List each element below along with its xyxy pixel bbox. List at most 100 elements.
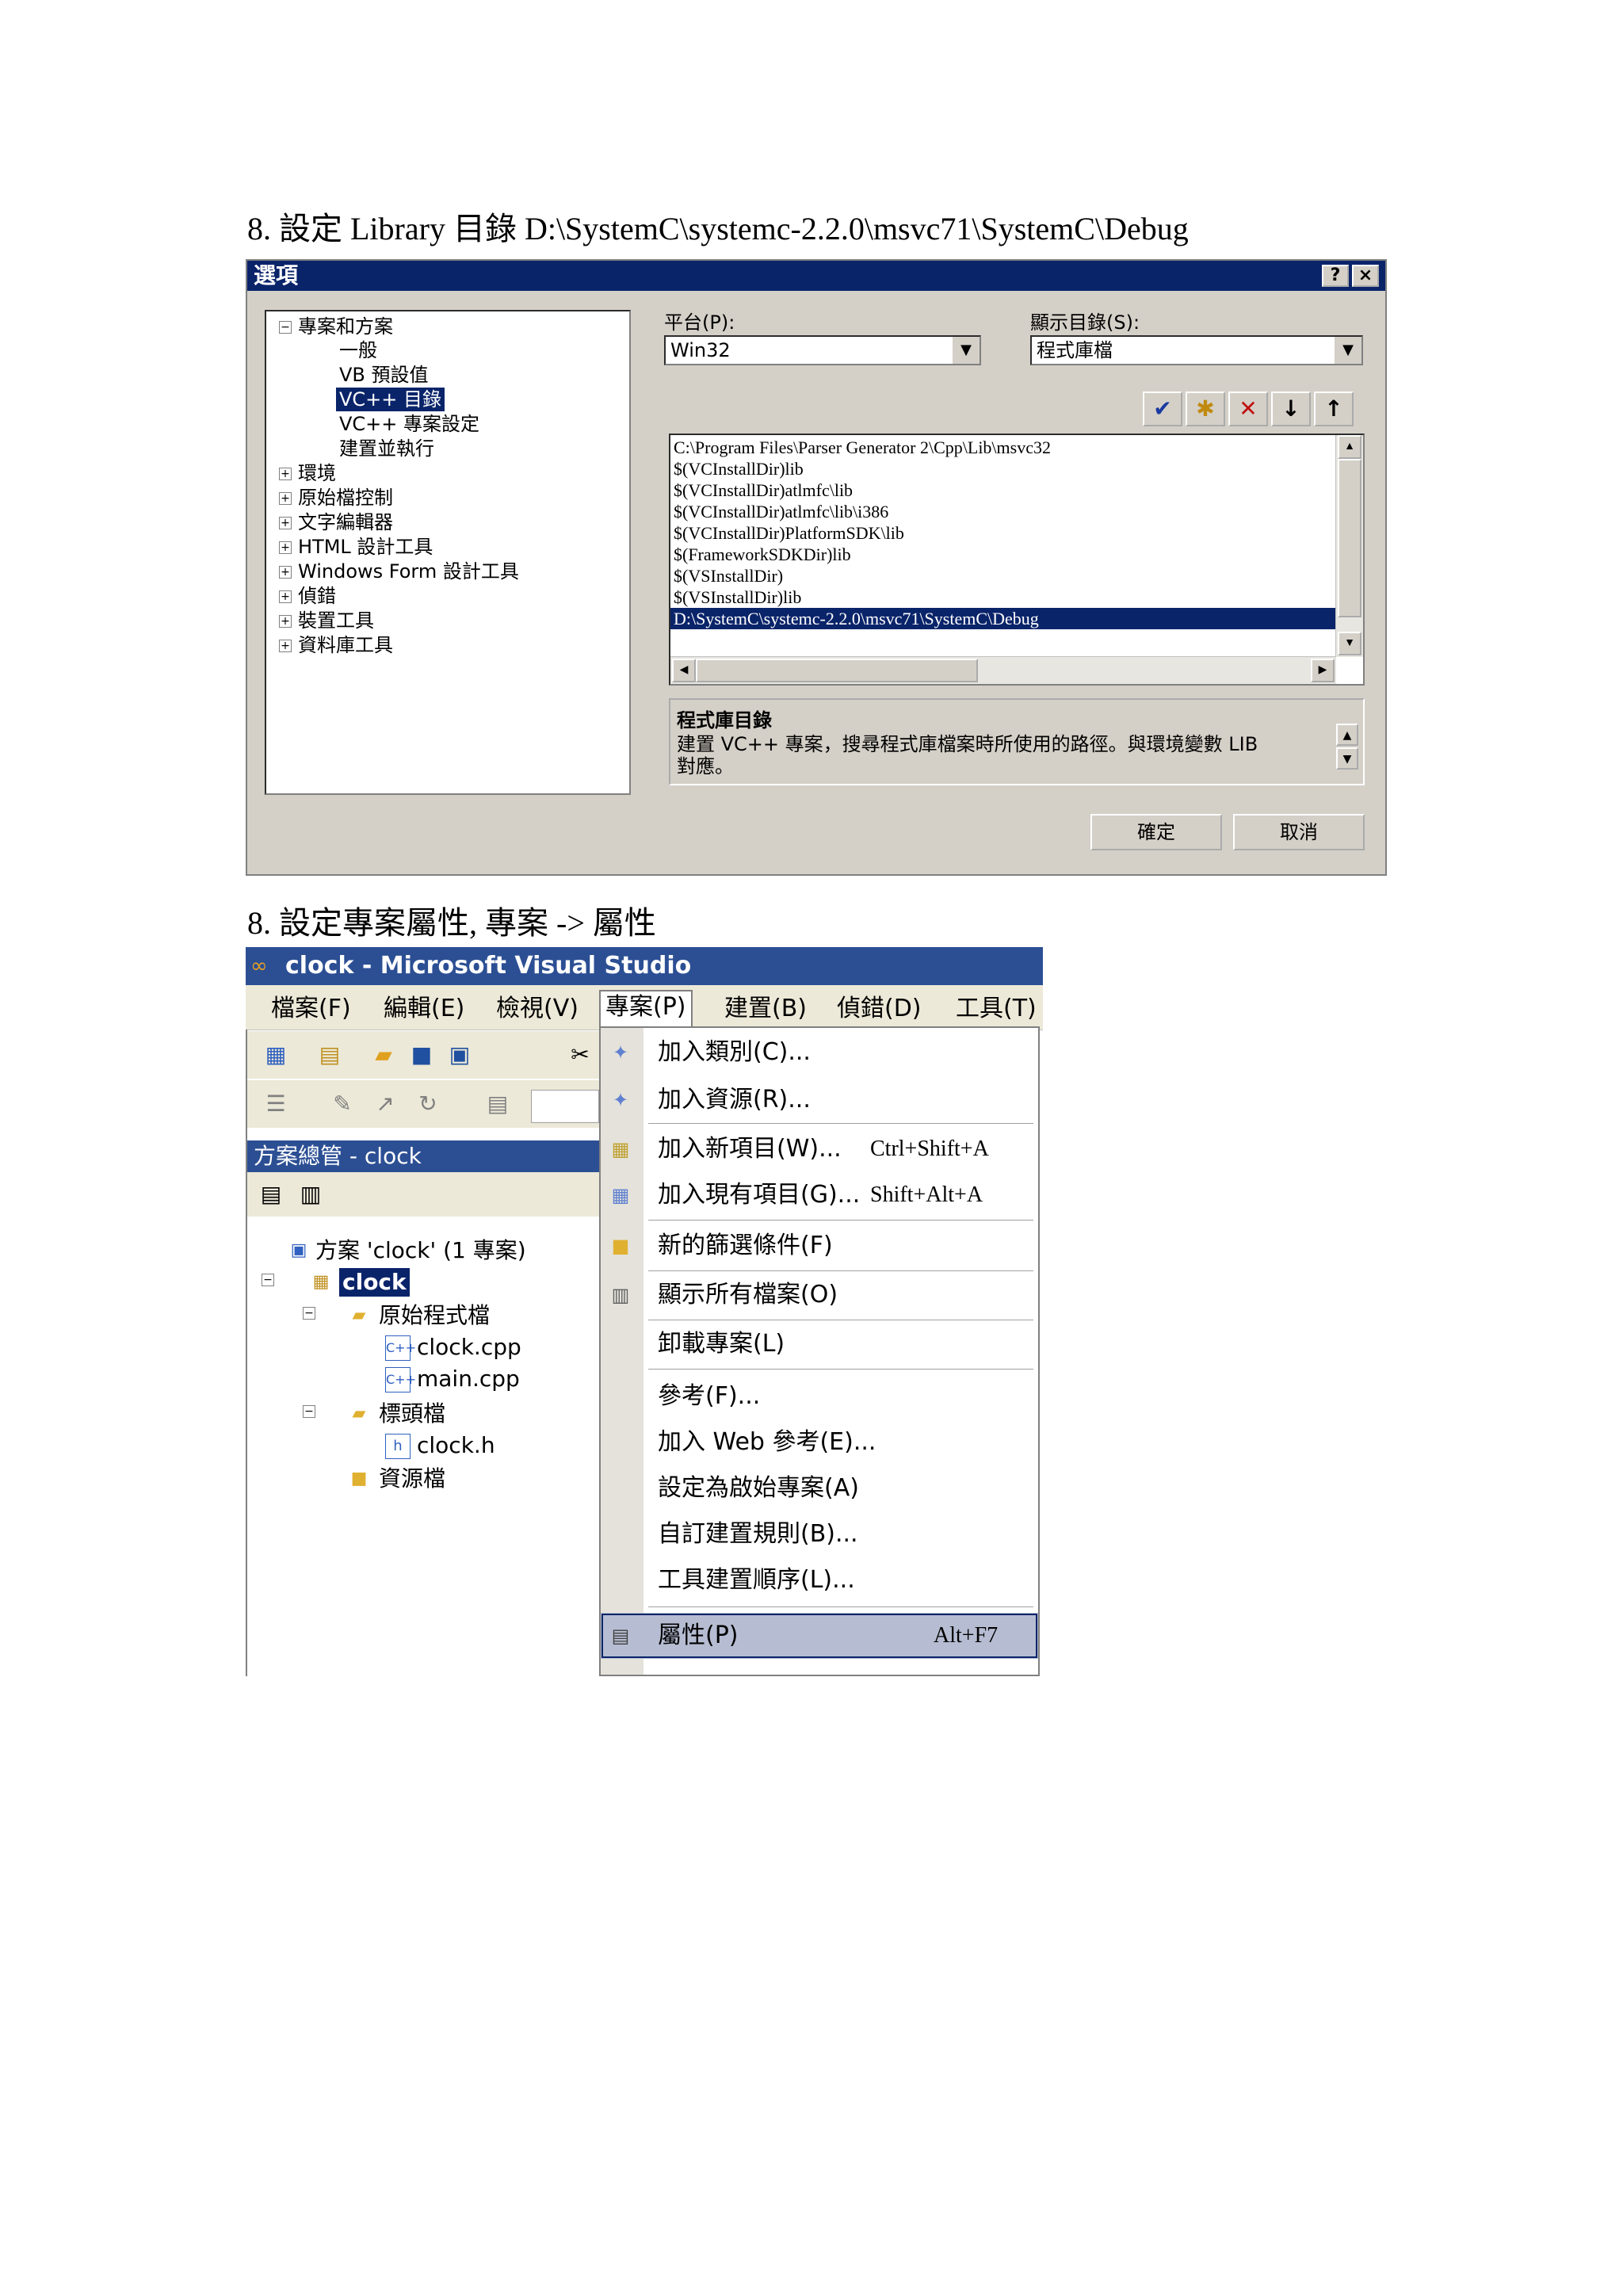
menu-item-references[interactable]: 參考(F)... bbox=[601, 1377, 1038, 1416]
tree-node-build-run[interactable]: 建置並執行 bbox=[339, 437, 434, 460]
hscroll-thumb[interactable] bbox=[696, 659, 978, 682]
cancel-button[interactable]: 取消 bbox=[1233, 814, 1365, 850]
collapse-icon[interactable]: − bbox=[279, 321, 292, 334]
menu-build[interactable]: 建置(B) bbox=[724, 993, 807, 1025]
menu-edit[interactable]: 編輯(E) bbox=[384, 993, 464, 1025]
list-item[interactable]: $(VSInstallDir) bbox=[674, 565, 783, 586]
properties-icon[interactable]: ▤ bbox=[257, 1180, 285, 1209]
help-button[interactable]: ? bbox=[1322, 265, 1349, 287]
tree-node-general[interactable]: 一般 bbox=[339, 338, 377, 362]
vertical-scrollbar[interactable]: ▲ ▼ bbox=[1335, 435, 1363, 657]
list-item[interactable]: $(VCInstallDir)atlmfc\lib\i386 bbox=[674, 501, 888, 522]
list-item[interactable]: $(VCInstallDir)lib bbox=[674, 458, 804, 479]
scroll-down-icon[interactable]: ▼ bbox=[1338, 632, 1361, 655]
tree-node-vc-directories[interactable]: VC++ 目錄 bbox=[336, 388, 445, 411]
menu-item-custom-build-rules[interactable]: 自訂建置規則(B)... bbox=[601, 1515, 1038, 1554]
menu-file[interactable]: 檔案(F) bbox=[271, 993, 351, 1025]
scroll-down-icon[interactable]: ▼ bbox=[1336, 747, 1358, 770]
tree-node-source-control[interactable]: 原始檔控制 bbox=[298, 486, 393, 510]
tree-node-text-editor[interactable]: 文字編輯器 bbox=[298, 510, 393, 534]
tree-project[interactable]: clock bbox=[339, 1268, 410, 1297]
expand-icon[interactable]: + bbox=[279, 566, 292, 579]
menu-item-add-web-reference[interactable]: 加入 Web 參考(E)... bbox=[601, 1423, 1038, 1462]
menu-item-show-all-files[interactable]: ▥ 顯示所有檔案(O) bbox=[601, 1275, 1038, 1315]
horizontal-scrollbar[interactable]: ◀ ▶ bbox=[670, 656, 1336, 684]
tree-source-folder[interactable]: 原始程式檔 bbox=[379, 1301, 490, 1330]
menu-item-add-existing-item[interactable]: ▦ 加入現有項目(G)... Shift+Alt+A bbox=[601, 1175, 1038, 1215]
dropdown-arrow-icon[interactable]: ▼ bbox=[1333, 337, 1361, 364]
menu-project[interactable]: 專案(P) bbox=[599, 990, 693, 1030]
menu-item-tool-build-order[interactable]: 工具建置順序(L)... bbox=[601, 1561, 1038, 1600]
ok-button[interactable]: 確定 bbox=[1090, 814, 1222, 850]
list-item[interactable]: $(VSInstallDir)lib bbox=[674, 586, 801, 608]
list-item[interactable]: C:\Program Files\Parser Generator 2\Cpp\… bbox=[674, 437, 1051, 458]
collapse-icon[interactable]: − bbox=[262, 1274, 274, 1286]
new-folder-icon[interactable]: ✱ bbox=[1186, 392, 1225, 426]
tree-file-main-cpp[interactable]: main.cpp bbox=[417, 1365, 520, 1393]
scroll-thumb[interactable] bbox=[1338, 459, 1361, 617]
platform-select[interactable]: Win32 ▼ bbox=[664, 335, 981, 365]
replace-icon[interactable]: ↻ bbox=[414, 1090, 442, 1118]
menu-item-new-filter[interactable]: ■ 新的篩選條件(F) bbox=[601, 1226, 1038, 1266]
comment-icon[interactable]: ▤ bbox=[483, 1090, 512, 1118]
tree-node-database-tools[interactable]: 資料庫工具 bbox=[298, 633, 393, 657]
search-combo[interactable] bbox=[531, 1090, 599, 1123]
menu-item-add-new-item[interactable]: ▦ 加入新項目(W)... Ctrl+Shift+A bbox=[601, 1129, 1038, 1169]
tree-node-vc-project-settings[interactable]: VC++ 專案設定 bbox=[339, 412, 479, 436]
tree-node-winform-designer[interactable]: Windows Form 設計工具 bbox=[298, 560, 519, 583]
list-item[interactable]: $(VCInstallDir)PlatformSDK\lib bbox=[674, 522, 904, 544]
expand-icon[interactable]: + bbox=[279, 590, 292, 603]
scroll-up-icon[interactable]: ▲ bbox=[1338, 435, 1361, 459]
list-item[interactable]: $(FrameworkSDKDir)lib bbox=[674, 544, 851, 565]
tree-file-clock-cpp[interactable]: clock.cpp bbox=[417, 1333, 521, 1362]
save-icon[interactable]: ■ bbox=[407, 1041, 436, 1069]
dropdown-arrow-icon[interactable]: ▼ bbox=[951, 337, 980, 364]
tree-solution[interactable]: 方案 'clock' (1 專案) bbox=[315, 1236, 526, 1265]
collapse-icon[interactable]: − bbox=[303, 1405, 315, 1418]
add-item-icon[interactable]: ▤ bbox=[315, 1041, 344, 1069]
show-dirs-select[interactable]: 程式庫檔 ▼ bbox=[1030, 335, 1363, 365]
indent-icon[interactable]: ☰ bbox=[262, 1090, 290, 1118]
menu-item-add-resource[interactable]: ✦ 加入資源(R)... bbox=[601, 1080, 1038, 1120]
scroll-left-icon[interactable]: ◀ bbox=[672, 659, 696, 682]
find-icon[interactable]: ↗ bbox=[371, 1090, 399, 1118]
bookmark-icon[interactable]: ✎ bbox=[328, 1090, 357, 1118]
menu-tools[interactable]: 工具(T) bbox=[956, 993, 1037, 1025]
show-all-files-icon[interactable]: ▥ bbox=[296, 1180, 325, 1209]
expand-icon[interactable]: + bbox=[279, 640, 292, 652]
menu-item-unload-project[interactable]: 卸載專案(L) bbox=[601, 1324, 1038, 1364]
menu-item-set-startup-project[interactable]: 設定為啟始專案(A) bbox=[601, 1469, 1038, 1508]
tree-node-device-tools[interactable]: 裝置工具 bbox=[298, 609, 374, 632]
delete-icon[interactable]: ✕ bbox=[1228, 392, 1268, 426]
menu-item-add-class[interactable]: ✦ 加入類別(C)... bbox=[601, 1033, 1038, 1072]
tree-node-html-designer[interactable]: HTML 設計工具 bbox=[298, 535, 433, 559]
move-up-icon[interactable]: ↑ bbox=[1314, 392, 1354, 426]
tree-node-environment[interactable]: 環境 bbox=[298, 461, 336, 485]
move-down-icon[interactable]: ↓ bbox=[1271, 392, 1311, 426]
directory-list[interactable]: C:\Program Files\Parser Generator 2\Cpp\… bbox=[669, 434, 1365, 686]
menu-view[interactable]: 檢視(V) bbox=[496, 993, 579, 1025]
tree-node-vb-defaults[interactable]: VB 預設值 bbox=[339, 363, 429, 387]
menu-debug[interactable]: 偵錯(D) bbox=[837, 993, 922, 1025]
save-all-icon[interactable]: ▣ bbox=[445, 1041, 474, 1069]
scroll-right-icon[interactable]: ▶ bbox=[1311, 659, 1335, 682]
cut-icon[interactable]: ✂ bbox=[566, 1041, 594, 1069]
tree-header-folder[interactable]: 標頭檔 bbox=[379, 1400, 445, 1428]
expand-icon[interactable]: + bbox=[279, 492, 292, 505]
list-item-selected[interactable]: D:\SystemC\systemc-2.2.0\msvc71\SystemC\… bbox=[670, 608, 1336, 629]
collapse-icon[interactable]: − bbox=[303, 1307, 315, 1320]
tree-resource-folder[interactable]: 資源檔 bbox=[379, 1465, 445, 1493]
menu-item-properties[interactable]: ▤ 屬性(P) Alt+F7 bbox=[601, 1613, 1038, 1659]
close-button[interactable]: × bbox=[1352, 265, 1379, 287]
expand-icon[interactable]: + bbox=[279, 517, 292, 529]
checkmark-icon[interactable]: ✔ bbox=[1143, 392, 1182, 426]
expand-icon[interactable]: + bbox=[279, 541, 292, 554]
open-file-icon[interactable]: ▰ bbox=[369, 1041, 398, 1069]
tree-file-clock-h[interactable]: clock.h bbox=[417, 1431, 495, 1460]
expand-icon[interactable]: + bbox=[279, 468, 292, 480]
tree-node-debugging[interactable]: 偵錯 bbox=[298, 584, 336, 608]
tree-node-projects[interactable]: 專案和方案 bbox=[298, 315, 393, 338]
list-item[interactable]: $(VCInstallDir)atlmfc\lib bbox=[674, 479, 853, 501]
scroll-up-icon[interactable]: ▲ bbox=[1336, 724, 1358, 746]
expand-icon[interactable]: + bbox=[279, 615, 292, 628]
